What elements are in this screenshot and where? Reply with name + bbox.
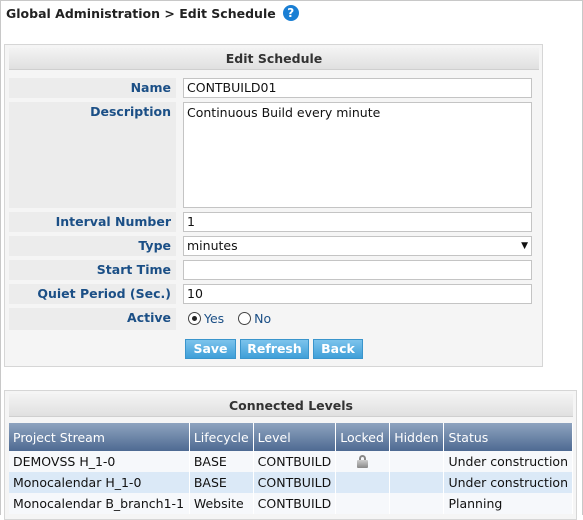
connected-levels-table: Project Stream Lifecycle Level Locked Hi…: [9, 423, 573, 514]
active-label: Active: [9, 308, 176, 330]
cell-lifecycle: BASE: [189, 451, 254, 472]
col-hidden[interactable]: Hidden: [389, 423, 445, 451]
no-label: No: [254, 311, 272, 326]
breadcrumb-text: Global Administration > Edit Schedule: [6, 5, 276, 21]
cell-status: Under construction: [443, 451, 573, 472]
cell-locked: [335, 493, 391, 514]
table-row[interactable]: Monocalendar B_branch1-1 Website CONTBUILD…: [9, 493, 573, 514]
breadcrumb: Global Administration > Edit Schedule?: [6, 5, 299, 21]
active-yes-radio[interactable]: Yes: [188, 311, 224, 326]
cell-stream[interactable]: Monocalendar B_branch1-1: [9, 493, 190, 514]
cell-hidden: [389, 493, 445, 514]
interval-label: Interval Number: [9, 212, 176, 232]
yes-label: Yes: [204, 311, 225, 326]
cell-lifecycle: Website: [189, 493, 254, 514]
description-textarea[interactable]: Continuous Build every minute: [183, 102, 532, 208]
col-locked[interactable]: Locked: [335, 423, 391, 451]
help-icon[interactable]: ?: [282, 5, 299, 21]
save-button[interactable]: Save: [185, 339, 236, 359]
name-input[interactable]: CONTBUILD01: [183, 78, 532, 98]
cell-status: Under construction: [443, 472, 573, 493]
lock-icon: [357, 455, 369, 468]
col-status[interactable]: Status: [443, 423, 573, 451]
active-no-radio[interactable]: No: [238, 311, 271, 326]
cell-level: CONTBUILD: [253, 493, 337, 514]
cell-locked: [335, 451, 391, 472]
col-level[interactable]: Level: [253, 423, 337, 451]
interval-input[interactable]: 1: [183, 212, 532, 232]
cell-level: CONTBUILD: [253, 472, 337, 493]
table-row[interactable]: DEMOVSS H_1-0 BASE CONTBUILD Under constru…: [9, 451, 573, 472]
type-value: minutes: [187, 238, 238, 253]
cell-status: Planning: [443, 493, 573, 514]
cell-hidden: [389, 451, 445, 472]
cell-locked: [335, 472, 391, 493]
connected-levels-title: Connected Levels: [9, 394, 573, 417]
cell-lifecycle: BASE: [189, 472, 254, 493]
cell-level: CONTBUILD: [253, 451, 337, 472]
radio-unchecked-icon: [238, 312, 252, 325]
name-label: Name: [9, 78, 176, 98]
table-header: Project Stream Lifecycle Level Locked Hi…: [9, 423, 573, 451]
cell-stream[interactable]: DEMOVSS H_1-0: [9, 451, 190, 472]
radio-checked-icon: [188, 312, 201, 325]
start-time-input[interactable]: [183, 260, 532, 280]
back-button[interactable]: Back: [313, 339, 363, 359]
type-select[interactable]: minutes ▼: [183, 236, 532, 256]
description-label: Description: [9, 102, 176, 208]
type-label: Type: [9, 236, 176, 256]
col-project-stream[interactable]: Project Stream: [9, 423, 190, 451]
active-radio-group: Yes No: [188, 310, 271, 328]
panel-title: Edit Schedule: [9, 48, 539, 70]
table-row[interactable]: Monocalendar H_1-0 BASE CONTBUILD Under con…: [9, 472, 573, 493]
start-time-label: Start Time: [9, 260, 176, 280]
col-lifecycle[interactable]: Lifecycle: [189, 423, 254, 451]
cell-stream[interactable]: Monocalendar H_1-0: [9, 472, 190, 493]
dropdown-arrow-icon: ▼: [521, 241, 528, 251]
cell-hidden: [389, 472, 445, 493]
quiet-period-label: Quiet Period (Sec.): [9, 284, 176, 304]
quiet-period-input[interactable]: 10: [183, 284, 532, 304]
refresh-button[interactable]: Refresh: [240, 339, 309, 359]
